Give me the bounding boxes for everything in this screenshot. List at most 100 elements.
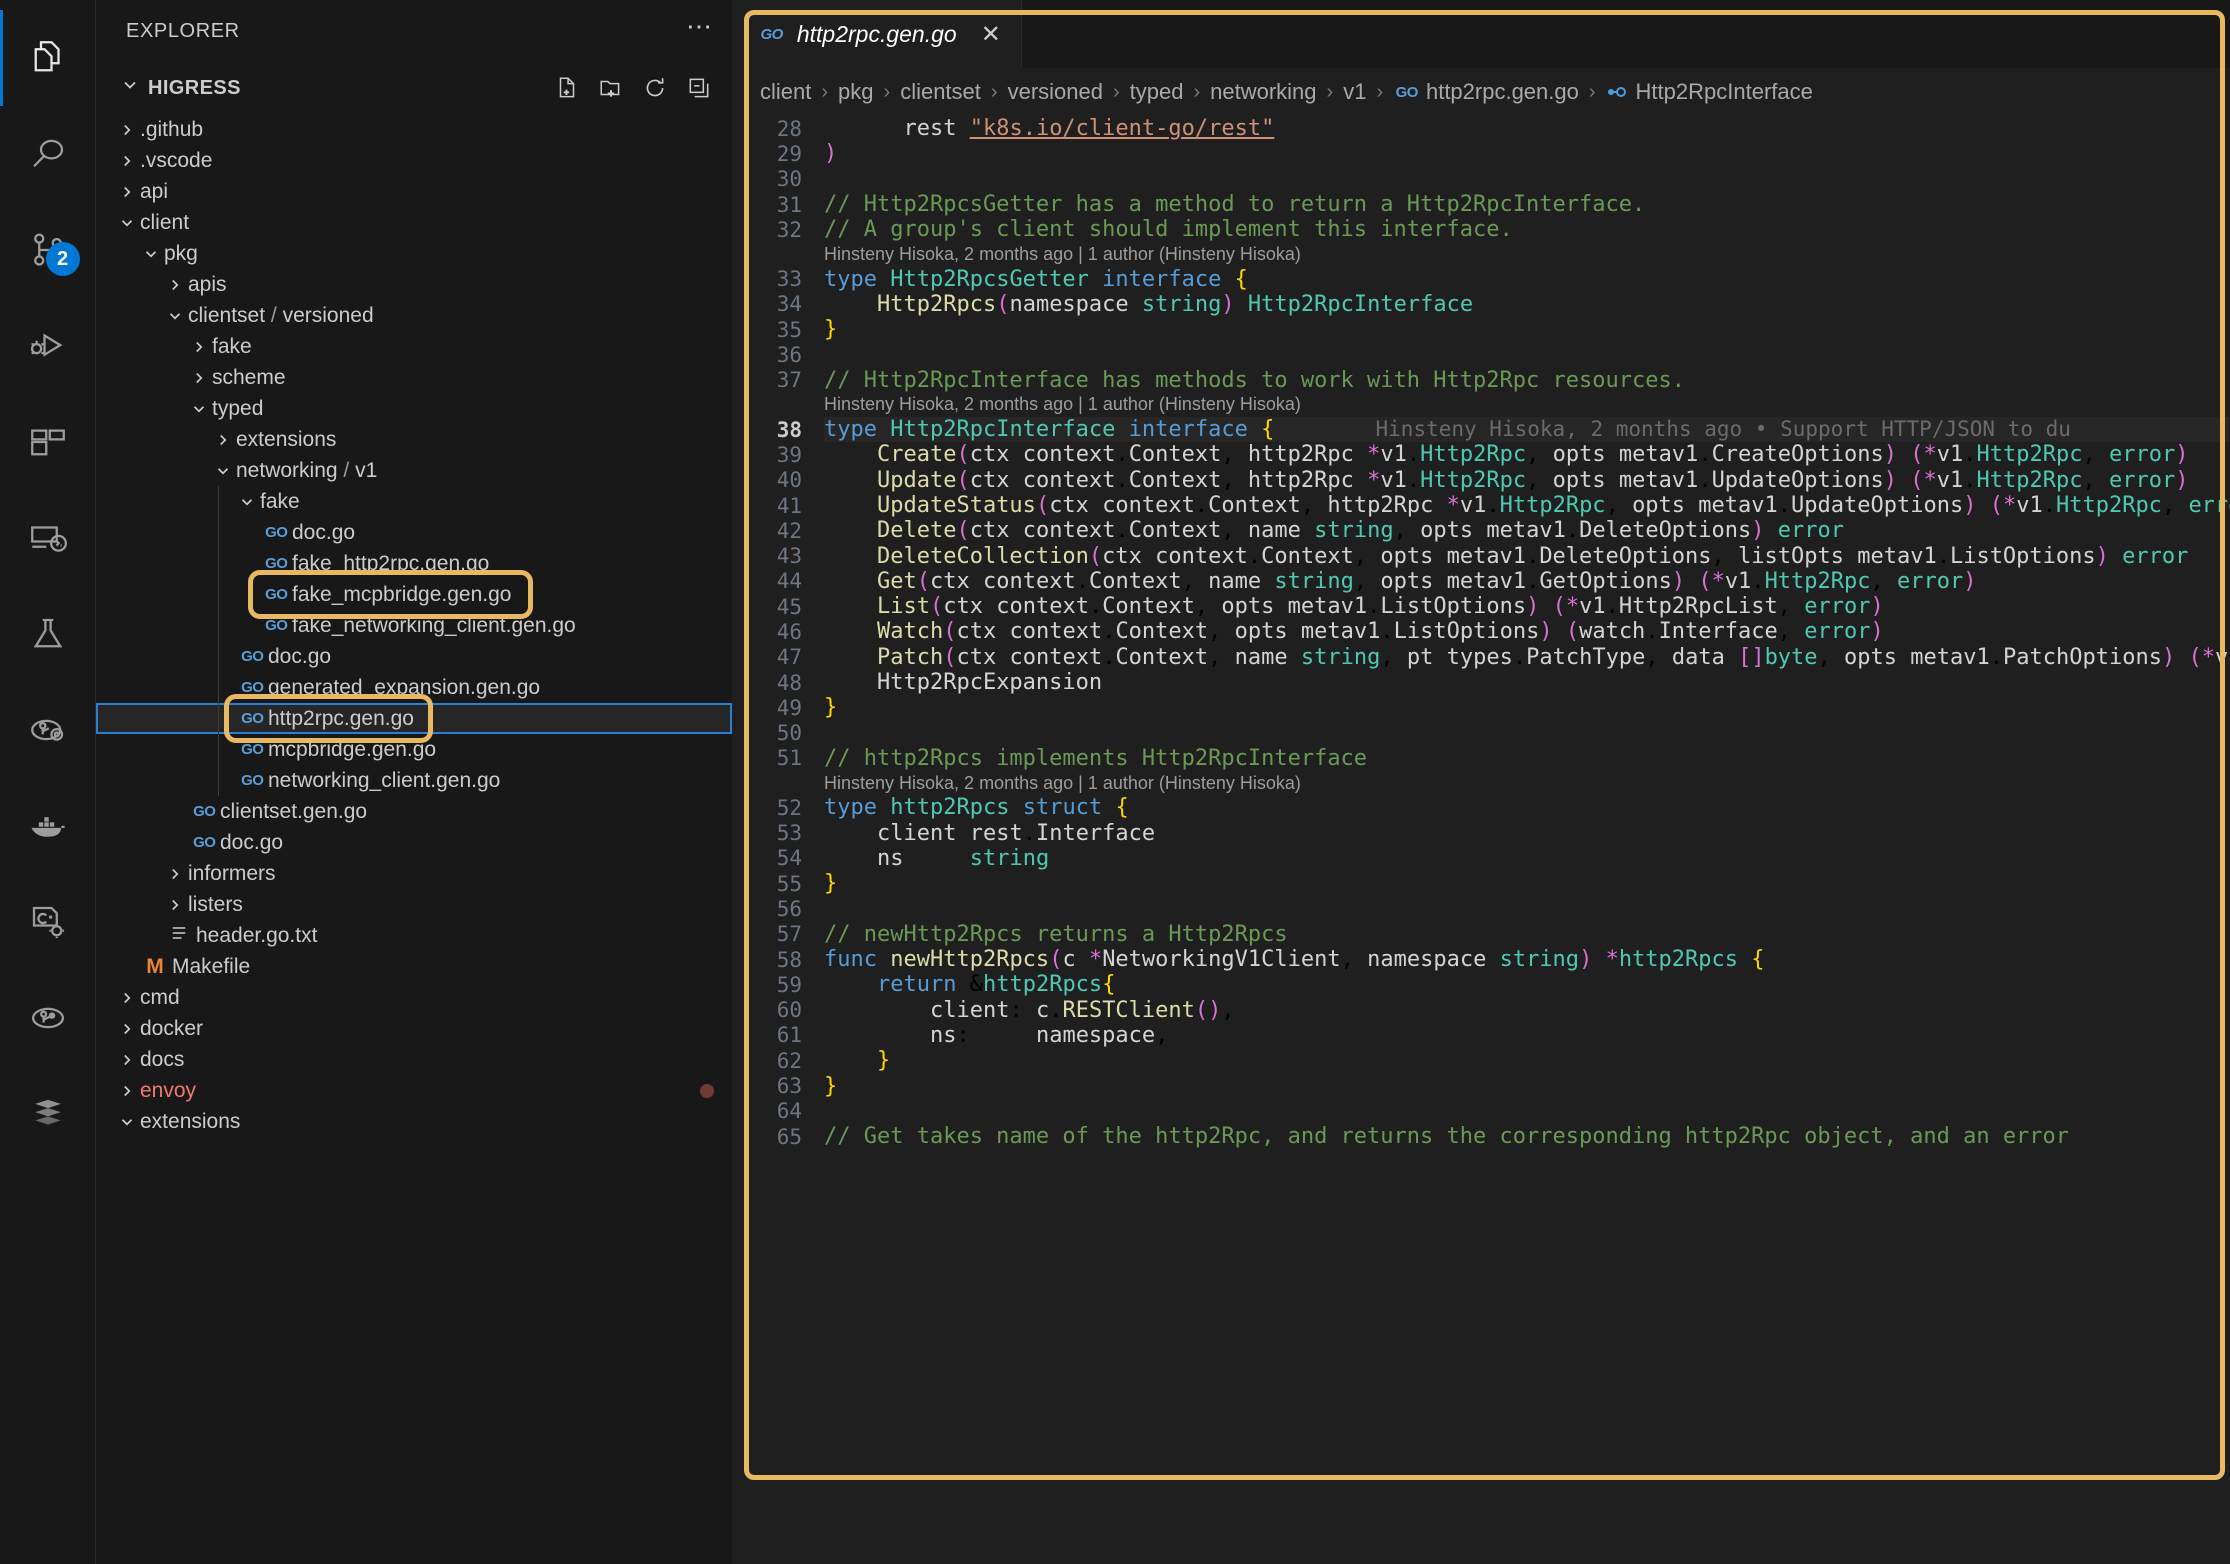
tree-folder-envoy[interactable]: envoy bbox=[96, 1075, 732, 1106]
code-line[interactable]: 39 Create(ctx context.Context, http2Rpc … bbox=[732, 442, 2230, 467]
tree-folder-listers[interactable]: listers bbox=[96, 889, 732, 920]
tree-folder-informers[interactable]: informers bbox=[96, 858, 732, 889]
code-line[interactable]: 38 type Http2RpcInterface interface { Hin… bbox=[732, 417, 2230, 443]
tree-folder-client[interactable]: client bbox=[96, 207, 732, 238]
tree-file-header-go-txt[interactable]: header.go.txt bbox=[96, 920, 732, 951]
tree-folder-docs[interactable]: docs bbox=[96, 1044, 732, 1075]
tree-folder--github[interactable]: .github bbox=[96, 114, 732, 145]
activity-item-graph[interactable] bbox=[0, 970, 96, 1066]
tree-file-doc-go[interactable]: GO doc.go bbox=[96, 827, 732, 858]
tree-folder-networking[interactable]: networking / v1 bbox=[96, 455, 732, 486]
new-file-icon[interactable] bbox=[554, 75, 580, 101]
tree-file-fake-networking-client-gen-go[interactable]: GO fake_networking_client.gen.go bbox=[96, 610, 732, 641]
code-line[interactable]: 60 client: c.RESTClient(), bbox=[732, 998, 2230, 1023]
code-line[interactable]: 46 Watch(ctx context.Context, opts metav… bbox=[732, 619, 2230, 644]
code-line[interactable]: 55} bbox=[732, 871, 2230, 896]
code-line[interactable]: 65 // Get takes name of the http2Rpc, and… bbox=[732, 1124, 2230, 1149]
breadcrumb-item[interactable]: pkg bbox=[838, 79, 873, 105]
code-editor[interactable]: 28 rest "k8s.io/client-go/rest" 29) 30 31//… bbox=[732, 116, 2230, 1564]
code-line[interactable]: 33 type Http2RpcsGetter interface { bbox=[732, 266, 2230, 292]
breadcrumb-item[interactable]: versioned bbox=[1008, 79, 1103, 105]
tree-folder-docker[interactable]: docker bbox=[96, 1013, 732, 1044]
activity-item-cpp-config[interactable] bbox=[0, 874, 96, 970]
tree-folder-extensions[interactable]: extensions bbox=[96, 1106, 732, 1137]
tree-folder-fake[interactable]: fake bbox=[96, 331, 732, 362]
tree-file-doc-go[interactable]: GO doc.go bbox=[96, 517, 732, 548]
code-line[interactable]: 62 } bbox=[732, 1048, 2230, 1073]
breadcrumb-item[interactable]: v1 bbox=[1343, 79, 1366, 105]
code-line[interactable]: 37 // Http2RpcInterface has methods to wo… bbox=[732, 368, 2230, 393]
breadcrumb-item[interactable]: typed bbox=[1130, 79, 1184, 105]
refresh-icon[interactable] bbox=[642, 75, 668, 101]
collapse-all-icon[interactable] bbox=[686, 75, 712, 101]
breadcrumb-item[interactable]: GO http2rpc.gen.go bbox=[1393, 79, 1579, 105]
tree-folder-cmd[interactable]: cmd bbox=[96, 982, 732, 1013]
code-line[interactable]: 45 List(ctx context.Context, opts metav1… bbox=[732, 594, 2230, 619]
activity-item-testing[interactable] bbox=[0, 586, 96, 682]
tree-folder-scheme[interactable]: scheme bbox=[96, 362, 732, 393]
explorer-more-actions-icon[interactable]: ⋯ bbox=[686, 13, 714, 41]
code-line[interactable]: 56 bbox=[732, 896, 2230, 921]
tree-folder-pkg[interactable]: pkg bbox=[96, 238, 732, 269]
tab-http2rpc-gen-go[interactable]: GO http2rpc.gen.go ✕ bbox=[732, 0, 1022, 68]
code-line[interactable]: 52 type http2Rpcs struct { bbox=[732, 795, 2230, 820]
tree-file-makefile[interactable]: M Makefile bbox=[96, 951, 732, 982]
code-line[interactable]: 49} bbox=[732, 695, 2230, 720]
code-line[interactable]: 30 bbox=[732, 167, 2230, 192]
activity-item-run-and-debug[interactable] bbox=[0, 298, 96, 394]
code-line[interactable]: 48 Http2RpcExpansion bbox=[732, 670, 2230, 695]
activity-item-remote-explorer[interactable] bbox=[0, 490, 96, 586]
code-line[interactable]: 36 bbox=[732, 342, 2230, 367]
activity-item-go-explorer[interactable] bbox=[0, 682, 96, 778]
tree-file-clientset-gen-go[interactable]: GO clientset.gen.go bbox=[96, 796, 732, 827]
tree-folder-apis[interactable]: apis bbox=[96, 269, 732, 300]
breadcrumb-item[interactable]: clientset bbox=[900, 79, 981, 105]
tree-file-fake-http2rpc-gen-go[interactable]: GO fake_http2rpc.gen.go bbox=[96, 548, 732, 579]
tree-file-fake-mcpbridge-gen-go[interactable]: GO fake_mcpbridge.gen.go bbox=[96, 579, 732, 610]
activity-item-search[interactable] bbox=[0, 106, 96, 202]
code-line[interactable]: 44 Get(ctx context.Context, name string,… bbox=[732, 569, 2230, 594]
tree-folder-typed[interactable]: typed bbox=[96, 393, 732, 424]
code-line[interactable]: 54 ns string bbox=[732, 846, 2230, 871]
activity-item-docker[interactable] bbox=[0, 778, 96, 874]
code-line[interactable]: 42 Delete(ctx context.Context, name stri… bbox=[732, 518, 2230, 543]
file-tree[interactable]: .github .vscode api client pkg apis clientset … bbox=[96, 114, 732, 1564]
activity-item-source-control[interactable]: 2 bbox=[0, 202, 96, 298]
new-folder-icon[interactable] bbox=[598, 75, 624, 101]
close-icon[interactable]: ✕ bbox=[981, 20, 1001, 49]
workspace-section-header[interactable]: HIGRESS bbox=[96, 62, 732, 114]
code-line[interactable]: 59 return &http2Rpcs{ bbox=[732, 972, 2230, 997]
tree-file-doc-go[interactable]: GO doc.go bbox=[96, 641, 732, 672]
activity-item-explorer[interactable] bbox=[0, 10, 96, 106]
code-line[interactable]: 28 rest "k8s.io/client-go/rest" bbox=[732, 116, 2230, 141]
tree-file-http2rpc-gen-go[interactable]: GO http2rpc.gen.go bbox=[96, 703, 732, 734]
code-line[interactable]: 35} bbox=[732, 317, 2230, 342]
breadcrumb-item[interactable]: Http2RpcInterface bbox=[1606, 79, 1813, 105]
code-line[interactable]: 51 // http2Rpcs implements Http2RpcInterf… bbox=[732, 746, 2230, 771]
code-line[interactable]: 43 DeleteCollection(ctx context.Context,… bbox=[732, 543, 2230, 569]
breadcrumb[interactable]: client › pkg › clientset › versioned › typed › net… bbox=[732, 68, 2230, 116]
tree-folder-extensions[interactable]: extensions bbox=[96, 424, 732, 455]
tree-file-generated-expansion-gen-go[interactable]: GO generated_expansion.gen.go bbox=[96, 672, 732, 703]
code-line[interactable]: 31 // Http2RpcsGetter has a method to ret… bbox=[732, 192, 2230, 217]
code-line[interactable]: 50 bbox=[732, 721, 2230, 746]
code-line[interactable]: 40 Update(ctx context.Context, http2Rpc … bbox=[732, 468, 2230, 493]
code-line[interactable]: 57 // newHttp2Rpcs returns a Http2Rpcs bbox=[732, 922, 2230, 947]
tree-folder-clientset[interactable]: clientset / versioned bbox=[96, 300, 732, 331]
code-line[interactable]: 32 // A group's client should implement t… bbox=[732, 217, 2230, 242]
activity-item-sonarlint[interactable] bbox=[0, 1066, 96, 1162]
tree-folder--vscode[interactable]: .vscode bbox=[96, 145, 732, 176]
code-line[interactable]: 58 func newHttp2Rpcs(c *NetworkingV1Clien… bbox=[732, 947, 2230, 972]
tree-folder-fake[interactable]: fake bbox=[96, 486, 732, 517]
tree-folder-api[interactable]: api bbox=[96, 176, 732, 207]
code-line[interactable]: 34 Http2Rpcs(namespace string) Http2RpcI… bbox=[732, 292, 2230, 317]
code-line[interactable]: 47 Patch(ctx context.Context, name strin… bbox=[732, 645, 2230, 670]
code-line[interactable]: 63} bbox=[732, 1073, 2230, 1099]
code-line[interactable]: 61 ns: namespace, bbox=[732, 1023, 2230, 1048]
breadcrumb-item[interactable]: networking bbox=[1210, 79, 1316, 105]
tree-file-networking-client-gen-go[interactable]: GO networking_client.gen.go bbox=[96, 765, 732, 796]
tree-file-mcpbridge-gen-go[interactable]: GO mcpbridge.gen.go bbox=[96, 734, 732, 765]
activity-item-extensions[interactable] bbox=[0, 394, 96, 490]
breadcrumb-item[interactable]: client bbox=[760, 79, 811, 105]
code-line[interactable]: 64 bbox=[732, 1099, 2230, 1124]
